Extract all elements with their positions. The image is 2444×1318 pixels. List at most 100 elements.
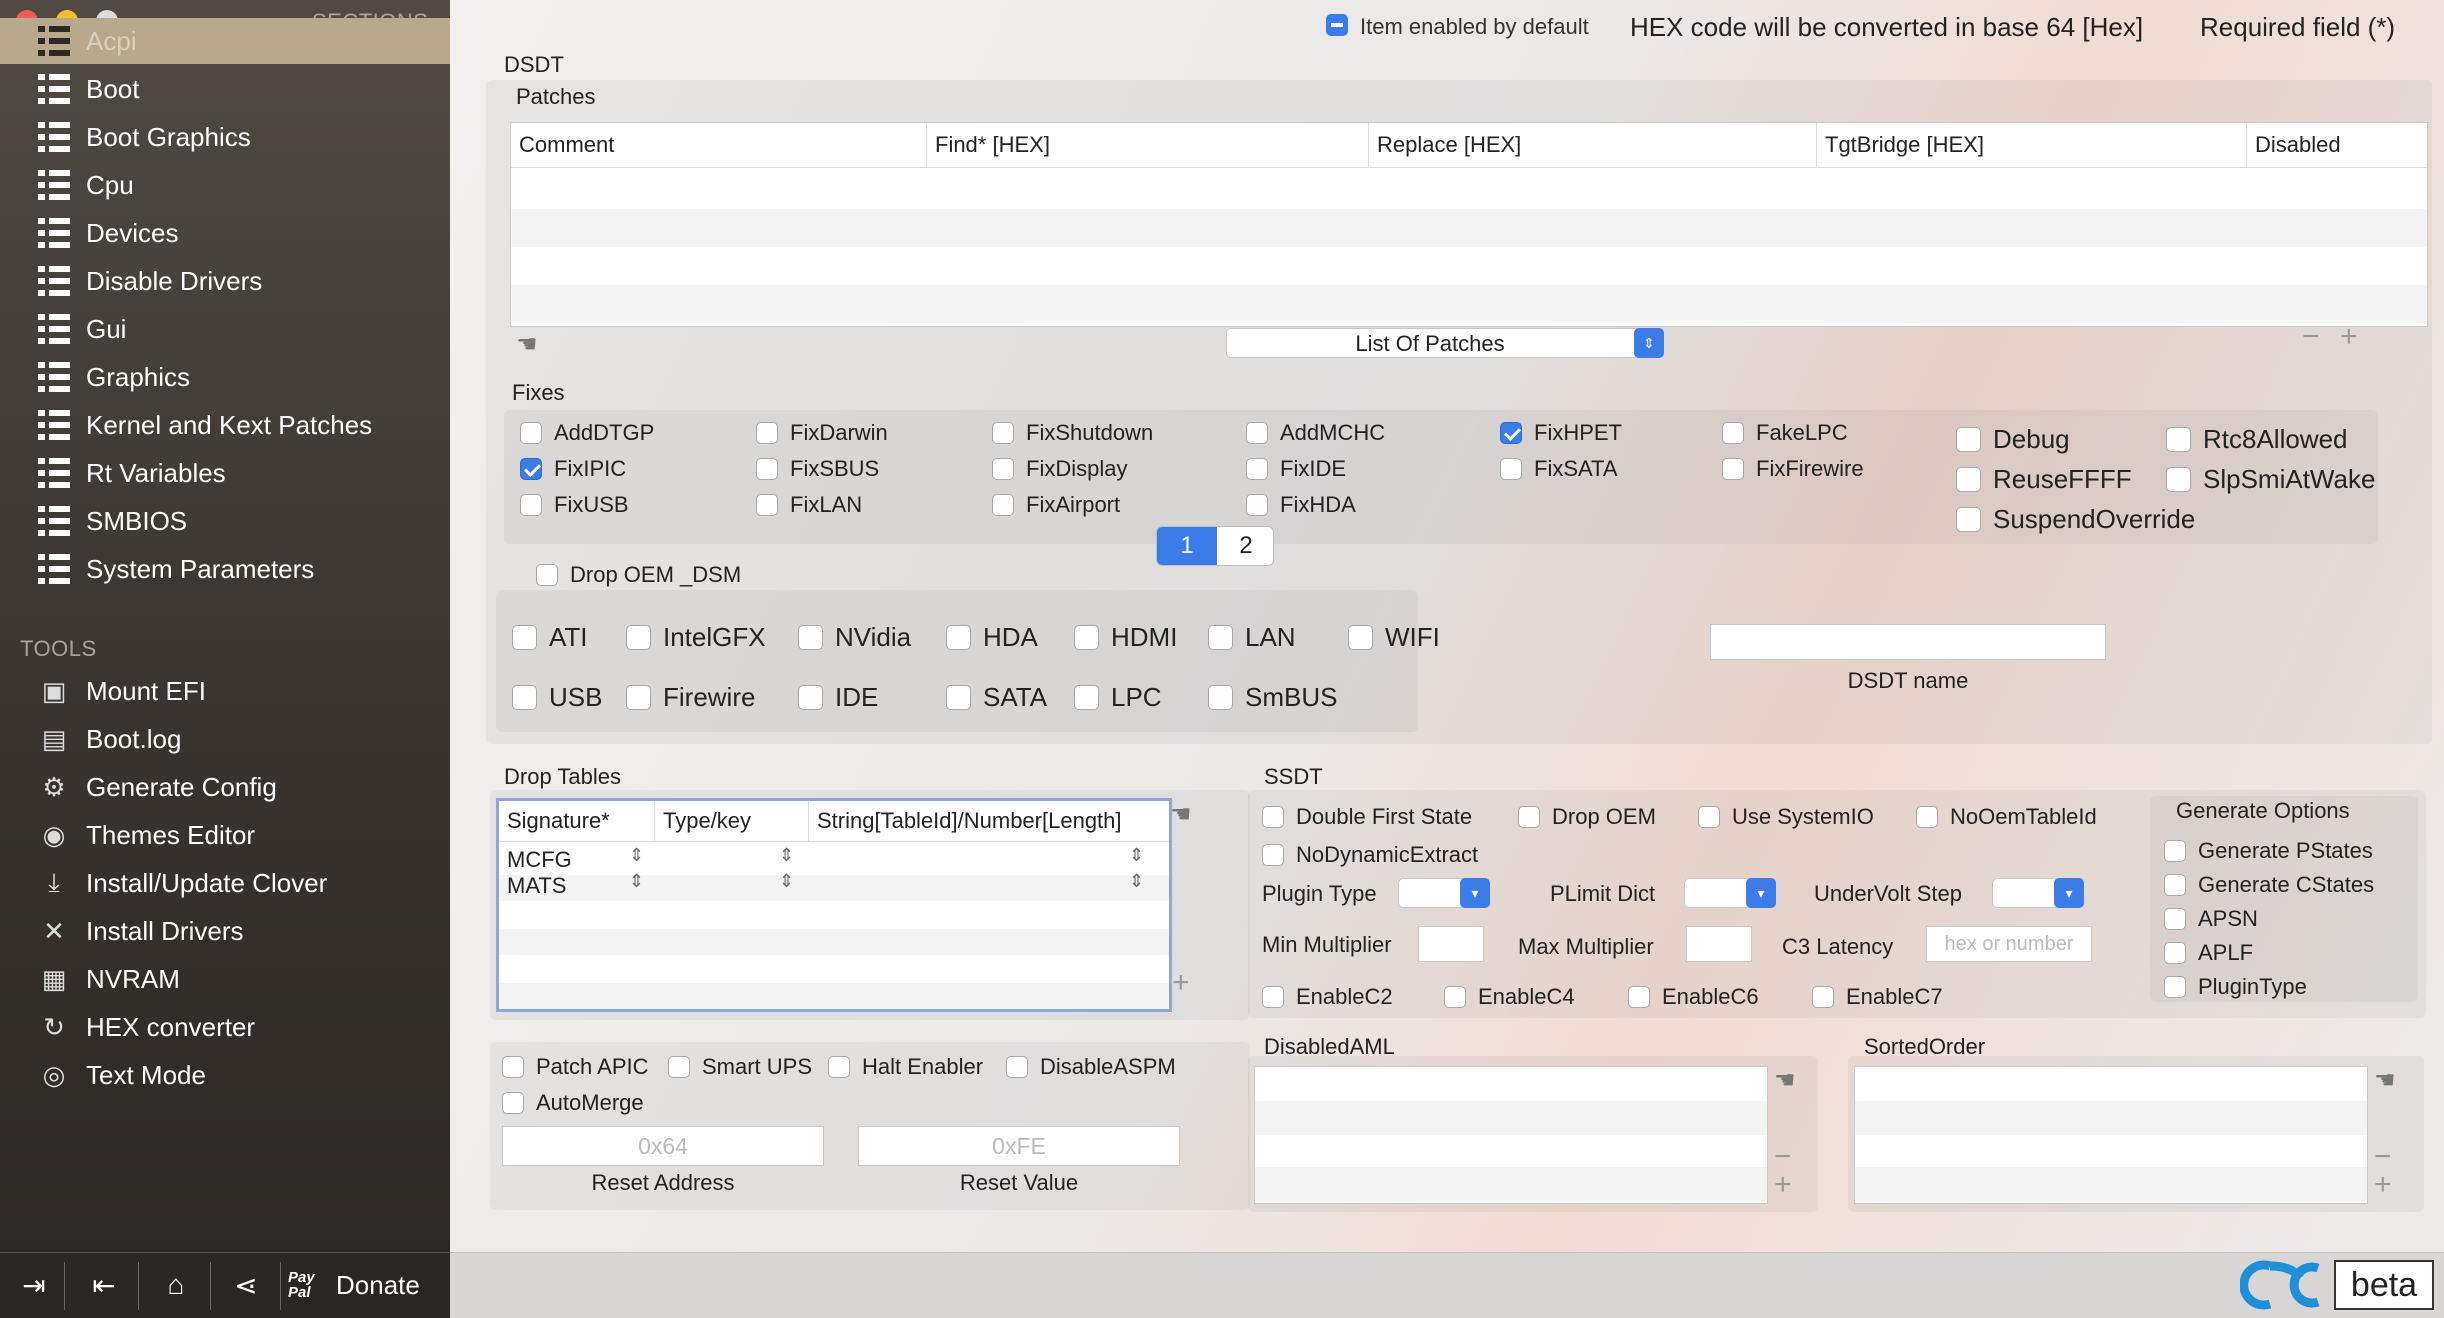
device-wifi-checkbox[interactable]: WIFI — [1348, 622, 1440, 653]
gen-generate-pstates-checkbox[interactable]: Generate PStates — [2164, 838, 2373, 864]
patches-col-comment[interactable]: Comment — [511, 123, 927, 167]
remove-patch-button[interactable]: − — [2302, 320, 2320, 354]
sidebar-item-boot-graphics[interactable]: Boot Graphics — [0, 114, 450, 160]
device-smbus-checkbox[interactable]: SmBUS — [1208, 682, 1337, 713]
tool-item-install-update-clover[interactable]: ⤓ Install/Update Clover — [0, 860, 450, 906]
checkbox-box[interactable] — [756, 458, 778, 480]
checkbox-box[interactable] — [520, 422, 542, 444]
sidebar-item-graphics[interactable]: Graphics — [0, 354, 450, 400]
checkbox-box[interactable] — [1348, 625, 1373, 650]
fix-fixhda-checkbox[interactable]: FixHDA — [1246, 492, 1356, 518]
import-icon[interactable]: ⇥ — [8, 1256, 60, 1314]
sidebar-item-gui[interactable]: Gui — [0, 306, 450, 352]
stepper-icon[interactable]: ⇕ — [629, 871, 644, 892]
add-drop-table-button[interactable]: + — [1172, 966, 1190, 1000]
sidebar-item-kernel-and-kext-patches[interactable]: Kernel and Kext Patches — [0, 402, 450, 448]
ssdt-enablec4-checkbox[interactable]: EnableC4 — [1444, 984, 1575, 1010]
device-ide-checkbox[interactable]: IDE — [798, 682, 878, 713]
export-icon[interactable]: ⇤ — [78, 1256, 130, 1314]
checkbox-box[interactable] — [2164, 840, 2186, 862]
sorted-order-drag-icon[interactable]: ☚ — [2374, 1066, 2396, 1095]
ssdt-enablec2-checkbox[interactable]: EnableC2 — [1262, 984, 1393, 1010]
checkbox-box[interactable] — [1956, 467, 1981, 492]
patches-col-replace[interactable]: Replace [HEX] — [1369, 123, 1817, 167]
checkbox-box[interactable] — [2164, 908, 2186, 930]
reset-value-input[interactable]: 0xFE — [858, 1126, 1180, 1166]
option-slpsmiatwake-checkbox[interactable]: SlpSmiAtWake — [2166, 464, 2375, 495]
fix-fixshutdown-checkbox[interactable]: FixShutdown — [992, 420, 1153, 446]
checkbox-box[interactable] — [992, 458, 1014, 480]
checkbox-box[interactable] — [1916, 806, 1938, 828]
tool-item-boot-log[interactable]: ▤ Boot.log — [0, 716, 450, 762]
tool-item-mount-efi[interactable]: ▣ Mount EFI — [0, 668, 450, 714]
misc-automerge-checkbox[interactable]: AutoMerge — [502, 1090, 644, 1116]
patches-col-tgtbridge[interactable]: TgtBridge [HEX] — [1817, 123, 2247, 167]
checkbox-box[interactable] — [502, 1056, 524, 1078]
checkbox-box[interactable] — [1262, 844, 1284, 866]
checkbox-box[interactable] — [1628, 986, 1650, 1008]
ssdt-nodynamicextract-checkbox[interactable]: NoDynamicExtract — [1262, 842, 1478, 868]
disabled-aml-table[interactable] — [1254, 1066, 1768, 1204]
min-multiplier-input[interactable] — [1418, 926, 1484, 962]
fix-fakelpc-checkbox[interactable]: FakeLPC — [1722, 420, 1848, 446]
option-rtc8allowed-checkbox[interactable]: Rtc8Allowed — [2166, 424, 2348, 455]
checkbox-box[interactable] — [2164, 874, 2186, 896]
checkbox-box[interactable] — [1500, 422, 1522, 444]
stepper-icon[interactable]: ⇕ — [629, 845, 644, 866]
device-ati-checkbox[interactable]: ATI — [512, 622, 588, 653]
fix-fixusb-checkbox[interactable]: FixUSB — [520, 492, 629, 518]
dt-col-string[interactable]: String[TableId]/Number[Length] — [809, 801, 1169, 841]
c3-latency-input[interactable]: hex or number — [1926, 926, 2092, 962]
home-icon[interactable]: ⌂ — [148, 1256, 204, 1314]
sidebar-item-cpu[interactable]: Cpu — [0, 162, 450, 208]
sidebar-item-rt-variables[interactable]: Rt Variables — [0, 450, 450, 496]
checkbox-box[interactable] — [1074, 685, 1099, 710]
checkbox-box[interactable] — [2164, 942, 2186, 964]
tool-item-hex-converter[interactable]: ↻ HEX converter — [0, 1004, 450, 1050]
device-lan-checkbox[interactable]: LAN — [1208, 622, 1296, 653]
gen-generate-cstates-checkbox[interactable]: Generate CStates — [2164, 872, 2374, 898]
checkbox-box[interactable] — [1500, 458, 1522, 480]
checkbox-box[interactable] — [1956, 427, 1981, 452]
patches-col-find[interactable]: Find* [HEX] — [927, 123, 1369, 167]
stepper-icon[interactable]: ⇕ — [779, 871, 794, 892]
device-usb-checkbox[interactable]: USB — [512, 682, 602, 713]
checkbox-box[interactable] — [992, 422, 1014, 444]
checkbox-box[interactable] — [502, 1092, 524, 1114]
checkbox-box[interactable] — [1262, 806, 1284, 828]
patches-table[interactable]: Comment Find* [HEX] Replace [HEX] TgtBri… — [510, 122, 2428, 327]
fix-fixlan-checkbox[interactable]: FixLAN — [756, 492, 862, 518]
sidebar-item-boot[interactable]: Boot — [0, 66, 450, 112]
checkbox-box[interactable] — [828, 1056, 850, 1078]
ssdt-use-systemio-checkbox[interactable]: Use SystemIO — [1698, 804, 1874, 830]
checkbox-box[interactable] — [2166, 427, 2191, 452]
checkbox-box[interactable] — [1812, 986, 1834, 1008]
sidebar-item-smbios[interactable]: SMBIOS — [0, 498, 450, 544]
list-of-patches-popup[interactable]: List Of Patches ⇕ — [1226, 328, 1664, 358]
device-intelgfx-checkbox[interactable]: IntelGFX — [626, 622, 766, 653]
checkbox-box[interactable] — [512, 685, 537, 710]
fix-fixipic-checkbox[interactable]: FixIPIC — [520, 456, 626, 482]
checkbox-box[interactable] — [2166, 467, 2191, 492]
checkbox-box[interactable] — [1246, 494, 1268, 516]
misc-smart-ups-checkbox[interactable]: Smart UPS — [668, 1054, 812, 1080]
fix-fixfirewire-checkbox[interactable]: FixFirewire — [1722, 456, 1864, 482]
tool-item-generate-config[interactable]: ⚙ Generate Config — [0, 764, 450, 810]
device-firewire-checkbox[interactable]: Firewire — [626, 682, 755, 713]
stepper-icon[interactable]: ⇕ — [1129, 845, 1144, 866]
gen-plugintype-checkbox[interactable]: PluginType — [2164, 974, 2307, 1000]
checkbox-box[interactable] — [1246, 422, 1268, 444]
fix-fixhpet-checkbox[interactable]: FixHPET — [1500, 420, 1622, 446]
checkbox-box[interactable] — [1722, 458, 1744, 480]
checkbox-box[interactable] — [798, 685, 823, 710]
page-2-button[interactable]: 2 — [1217, 527, 1273, 565]
checkbox-box[interactable] — [668, 1056, 690, 1078]
misc-halt-enabler-checkbox[interactable]: Halt Enabler — [828, 1054, 983, 1080]
checkbox-box[interactable] — [1698, 806, 1720, 828]
fix-fixsbus-checkbox[interactable]: FixSBUS — [756, 456, 879, 482]
dt-col-signature[interactable]: Signature* — [499, 801, 655, 841]
checkbox-box[interactable] — [536, 564, 558, 586]
checkbox-box[interactable] — [512, 625, 537, 650]
checkbox-box[interactable] — [1518, 806, 1540, 828]
stepper-icon[interactable]: ⇕ — [1129, 871, 1144, 892]
